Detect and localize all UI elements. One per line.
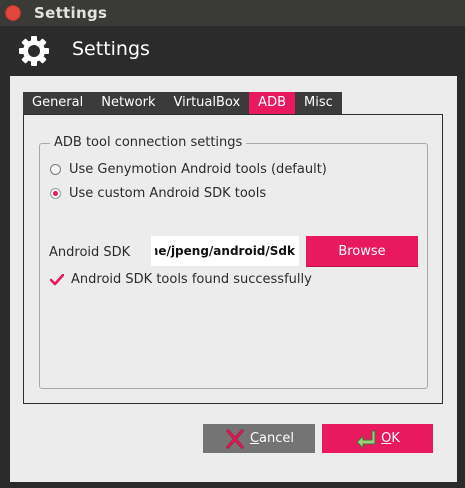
settings-header: Settings <box>0 26 465 74</box>
cancel-label: Cancel <box>249 431 295 446</box>
adb-tab-panel: ADB tool connection settings Use Genymot… <box>23 114 443 404</box>
window-title: Settings <box>34 4 108 22</box>
radio-label: Use custom Android SDK tools <box>69 186 267 201</box>
tab-misc[interactable]: Misc <box>295 92 342 114</box>
group-title: ADB tool connection settings <box>50 135 247 150</box>
tab-general[interactable]: General <box>23 92 92 114</box>
enter-arrow-icon <box>356 430 376 449</box>
tab-virtualbox[interactable]: VirtualBox <box>165 92 250 114</box>
window-titlebar: Settings <box>0 0 465 26</box>
page-title: Settings <box>72 38 150 60</box>
radio-custom-sdk-tools[interactable]: Use custom Android SDK tools <box>50 186 266 201</box>
sdk-status: Android SDK tools found successfully <box>50 272 312 287</box>
android-sdk-label: Android SDK <box>49 245 131 260</box>
android-sdk-path-input[interactable] <box>151 236 299 266</box>
cancel-button[interactable]: Cancel <box>203 424 315 453</box>
radio-label: Use Genymotion Android tools (default) <box>69 162 327 177</box>
ok-label: OK <box>381 431 400 446</box>
checkmark-icon <box>50 273 64 285</box>
gear-icon <box>19 36 49 66</box>
radio-genymotion-tools[interactable]: Use Genymotion Android tools (default) <box>50 162 327 177</box>
status-text: Android SDK tools found successfully <box>71 272 312 287</box>
tab-adb[interactable]: ADB <box>249 92 295 114</box>
browse-button[interactable]: Browse <box>306 236 418 266</box>
cancel-x-icon <box>226 428 244 449</box>
radio-button-selected[interactable] <box>50 188 61 199</box>
window-close-button[interactable] <box>5 5 21 21</box>
settings-content: General Network VirtualBox ADB Misc ADB … <box>10 76 457 482</box>
tab-network[interactable]: Network <box>92 92 164 114</box>
radio-button[interactable] <box>50 164 61 175</box>
tab-bar: General Network VirtualBox ADB Misc <box>23 92 342 114</box>
adb-settings-group: ADB tool connection settings Use Genymot… <box>39 135 428 389</box>
ok-button[interactable]: OK <box>322 424 433 453</box>
